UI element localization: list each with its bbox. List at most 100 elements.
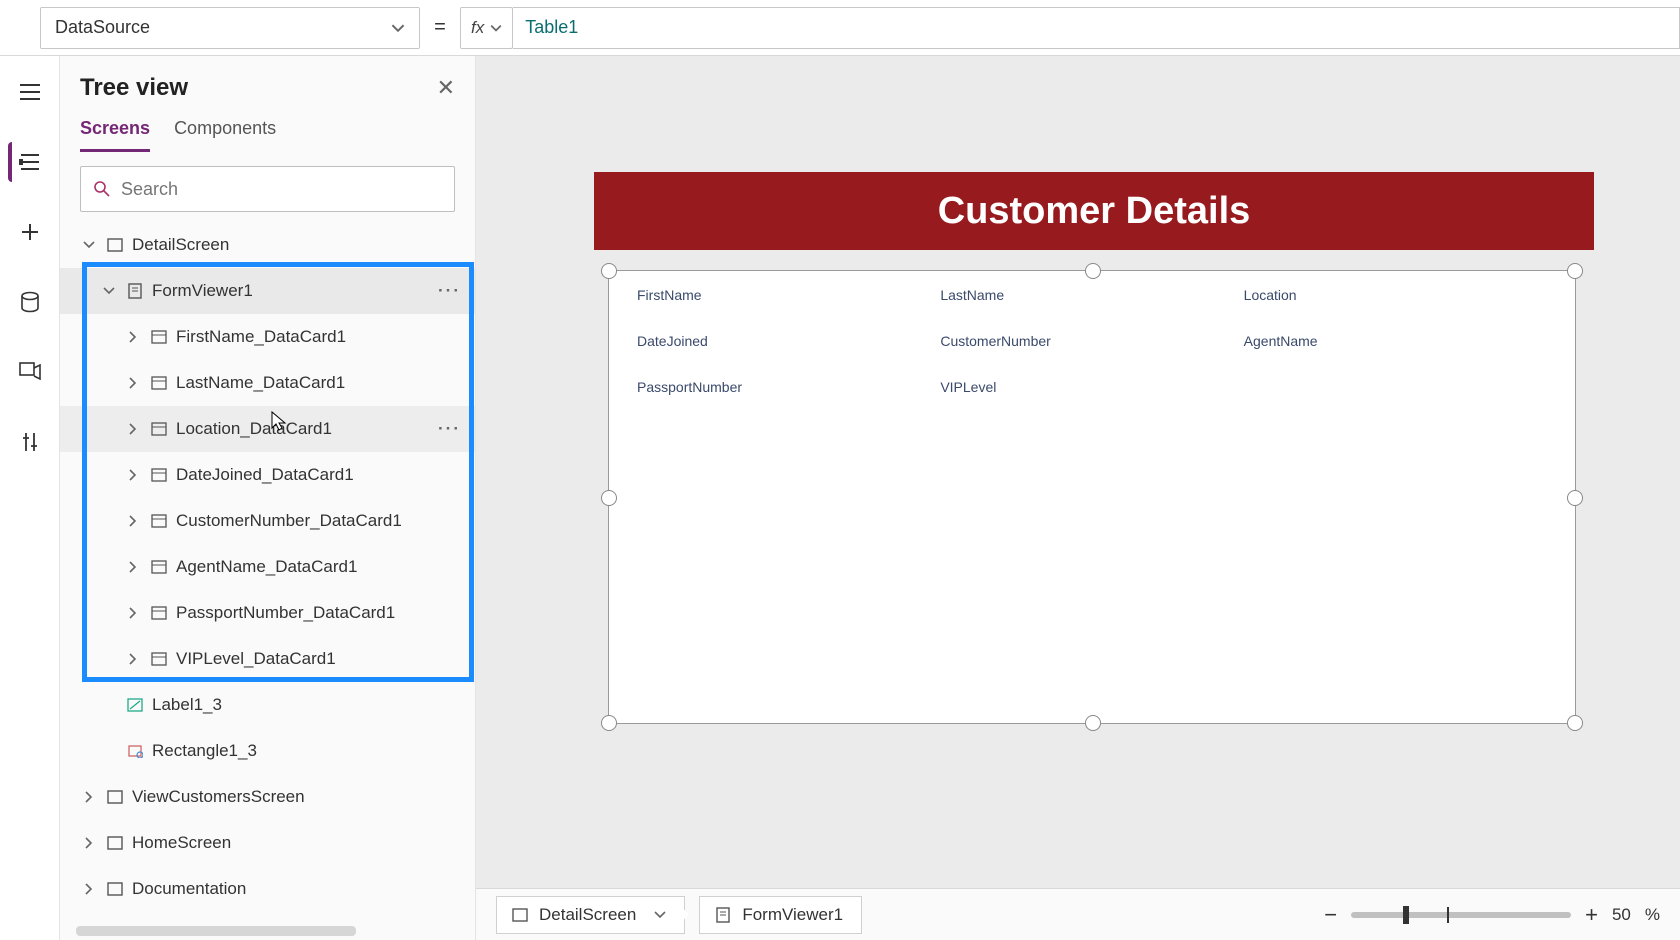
tree-node-datacard[interactable]: DateJoined_DataCard1 (60, 452, 475, 498)
datacard-icon (150, 650, 168, 668)
tree-node-datacard[interactable]: AgentName_DataCard1 (60, 544, 475, 590)
datacard-icon (150, 512, 168, 530)
chevron-down-icon (391, 21, 405, 35)
form-icon (126, 282, 144, 300)
tree-node-viewcustomers[interactable]: ViewCustomersScreen (60, 774, 475, 820)
resize-handle[interactable] (1567, 715, 1583, 731)
resize-handle[interactable] (601, 490, 617, 506)
tree-node-datacard[interactable]: Location_DataCard1 ··· (60, 406, 475, 452)
tree-node-label: Location_DataCard1 (176, 419, 332, 439)
formula-bar: DataSource = fx Table1 (0, 0, 1680, 56)
insert-icon[interactable] (10, 212, 50, 252)
tree-node-label: Label1_3 (152, 695, 222, 715)
resize-handle[interactable] (1567, 490, 1583, 506)
close-icon[interactable]: ✕ (437, 75, 455, 101)
tree-node-label: CustomerNumber_DataCard1 (176, 511, 402, 531)
datacard-icon (150, 558, 168, 576)
tab-screens[interactable]: Screens (80, 112, 150, 152)
resize-handle[interactable] (1085, 715, 1101, 731)
banner-title: Customer Details (594, 172, 1594, 250)
rectangle-icon (126, 742, 144, 760)
tree-view-panel: Tree view ✕ Screens Components (60, 56, 476, 940)
tab-components[interactable]: Components (174, 112, 276, 152)
zoom-control: − + 50 % (1324, 902, 1660, 928)
zoom-thumb[interactable] (1403, 906, 1409, 924)
breadcrumb-screen[interactable]: DetailScreen (496, 896, 685, 934)
resize-handle[interactable] (601, 715, 617, 731)
tree-node-rectangle-control[interactable]: Rectangle1_3 (60, 728, 475, 774)
zoom-out-button[interactable]: − (1324, 902, 1337, 928)
left-rail (0, 56, 60, 940)
chevron-right-icon (80, 883, 98, 895)
screen-icon (106, 834, 124, 852)
resize-handle[interactable] (1567, 263, 1583, 279)
tree-view-icon[interactable] (8, 142, 48, 182)
fx-button[interactable]: fx (460, 7, 513, 49)
datacard-icon (150, 604, 168, 622)
tree-node-label: Rectangle1_3 (152, 741, 257, 761)
chevron-down-icon (80, 239, 98, 251)
form-viewer-control[interactable]: FirstName LastName Location DateJoined C… (608, 270, 1576, 724)
field-label: VIPLevel (940, 379, 1243, 395)
tools-icon[interactable] (10, 422, 50, 462)
tree-node-datacard[interactable]: VIPLevel_DataCard1 (60, 636, 475, 682)
tree-node-label: DetailScreen (132, 235, 229, 255)
screen-icon (106, 880, 124, 898)
horizontal-scrollbar[interactable] (76, 926, 356, 936)
label-icon (126, 696, 144, 714)
more-icon[interactable]: ··· (438, 419, 461, 439)
tree-node-formviewer[interactable]: FormViewer1 ··· (60, 268, 475, 314)
field-label: PassportNumber (637, 379, 940, 395)
tree-node-datacard[interactable]: CustomerNumber_DataCard1 (60, 498, 475, 544)
zoom-in-button[interactable]: + (1585, 902, 1598, 928)
tree-node-label-control[interactable]: Label1_3 (60, 682, 475, 728)
search-box[interactable] (80, 166, 455, 212)
tree-node-datacard[interactable]: LastName_DataCard1 (60, 360, 475, 406)
breadcrumb-control[interactable]: FormViewer1 (699, 896, 862, 934)
tree-list: DetailScreen FormViewer1 ··· FirstName_D… (60, 222, 475, 940)
tree-view-title: Tree view (80, 74, 188, 102)
more-icon[interactable]: ··· (438, 281, 461, 301)
tree-node-label: FormViewer1 (152, 281, 253, 301)
hamburger-icon[interactable] (10, 72, 50, 112)
data-icon[interactable] (10, 282, 50, 322)
canvas-area[interactable]: Customer Details FirstName LastName Loca… (476, 56, 1680, 940)
tree-node-detailscreen[interactable]: DetailScreen (60, 222, 475, 268)
field-label: LastName (940, 287, 1243, 303)
resize-handle[interactable] (601, 263, 617, 279)
tree-node-label: FirstName_DataCard1 (176, 327, 346, 347)
tree-node-label: PassportNumber_DataCard1 (176, 603, 395, 623)
media-icon[interactable] (10, 352, 50, 392)
formula-text: Table1 (525, 17, 578, 38)
tree-node-datacard[interactable]: PassportNumber_DataCard1 (60, 590, 475, 636)
chevron-right-icon (124, 561, 142, 573)
chevron-right-icon (124, 469, 142, 481)
tree-node-label: ViewCustomersScreen (132, 787, 305, 807)
zoom-slider[interactable] (1351, 912, 1571, 918)
field-label: DateJoined (637, 333, 940, 349)
datacard-icon (150, 420, 168, 438)
chevron-down-icon (100, 285, 118, 297)
breadcrumb-label: FormViewer1 (742, 905, 843, 925)
resize-handle[interactable] (1085, 263, 1101, 279)
chevron-right-icon (124, 423, 142, 435)
field-label: FirstName (637, 287, 940, 303)
cursor-icon (270, 410, 288, 432)
datacard-icon (150, 374, 168, 392)
chevron-right-icon (124, 653, 142, 665)
zoom-value: 50 (1612, 905, 1631, 925)
chevron-right-icon (124, 607, 142, 619)
formula-input[interactable]: Table1 (513, 7, 1680, 49)
property-selector[interactable]: DataSource (40, 7, 420, 49)
chevron-down-icon (654, 909, 666, 921)
tree-node-label: DateJoined_DataCard1 (176, 465, 354, 485)
status-bar: DetailScreen FormViewer1 − + 50 % (476, 888, 1680, 940)
tree-node-label: LastName_DataCard1 (176, 373, 345, 393)
search-input[interactable] (121, 179, 442, 200)
tree-node-documentation[interactable]: Documentation (60, 866, 475, 912)
tree-node-label: Documentation (132, 879, 246, 899)
screen-icon (511, 906, 529, 924)
form-icon (714, 906, 732, 924)
tree-node-datacard[interactable]: FirstName_DataCard1 (60, 314, 475, 360)
tree-node-homescreen[interactable]: HomeScreen (60, 820, 475, 866)
